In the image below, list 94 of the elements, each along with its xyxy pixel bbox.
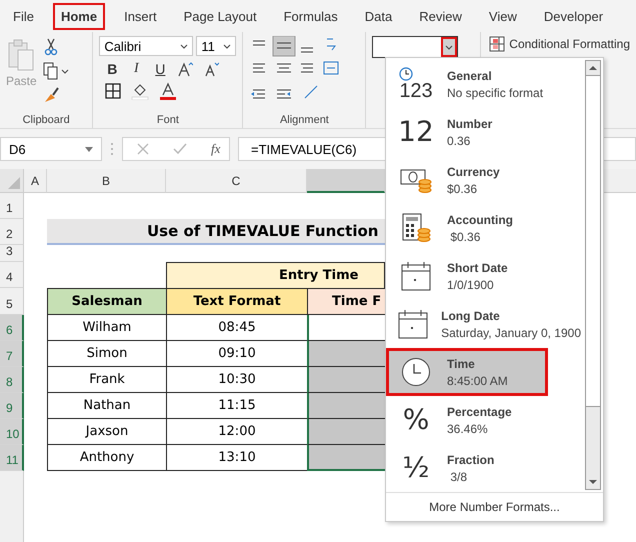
- format-option[interactable]: % Percentage 36.46%: [386, 396, 584, 444]
- group-label: Clipboard: [22, 114, 71, 126]
- table-header: Salesman: [47, 288, 166, 315]
- row-header[interactable]: 3: [0, 245, 24, 262]
- group-label: Font: [156, 114, 180, 126]
- bold-button[interactable]: B: [105, 61, 120, 77]
- calculator-coins-icon: [401, 213, 431, 243]
- format-option[interactable]: 123 General No specific format: [386, 60, 584, 108]
- banknote-coins-icon: [400, 167, 432, 193]
- number-format-field[interactable]: [372, 36, 458, 58]
- group-label: Alignment: [278, 114, 330, 126]
- row-header[interactable]: 1: [0, 193, 24, 219]
- check-icon[interactable]: [173, 143, 187, 155]
- font-size-field[interactable]: 11: [196, 36, 236, 56]
- row-header[interactable]: 6: [0, 315, 24, 341]
- font-name-field[interactable]: Calibri: [99, 36, 194, 56]
- column-header[interactable]: B: [47, 169, 166, 193]
- conditional-formatting-button[interactable]: Conditional Formatting: [489, 36, 630, 52]
- ribbon-tab[interactable]: Formulas: [276, 2, 346, 30]
- format-glyph: %: [402, 406, 430, 434]
- row-header-strip: [0, 471, 24, 542]
- paintbrush-icon[interactable]: [42, 86, 61, 104]
- copy-icon[interactable]: [42, 62, 69, 80]
- table-cell[interactable]: [307, 315, 385, 341]
- format-option[interactable]: Accounting $0.36: [386, 204, 584, 252]
- chevron-down-icon: [445, 44, 454, 50]
- format-glyph: 12: [398, 118, 434, 146]
- grip-icon: [110, 142, 114, 156]
- fill-color-icon[interactable]: [131, 82, 150, 100]
- table-cell[interactable]: [307, 367, 385, 393]
- table-cell: Jaxson: [47, 419, 166, 445]
- clock-icon: [401, 357, 431, 387]
- table-cell[interactable]: [307, 445, 385, 471]
- column-header[interactable]: [307, 169, 385, 193]
- table-cell: Anthony: [47, 445, 166, 471]
- column-header[interactable]: C: [166, 169, 307, 193]
- scissors-icon[interactable]: [42, 38, 59, 56]
- number-format-dropdown-button[interactable]: [441, 37, 458, 57]
- table-grid-icon: [489, 36, 506, 52]
- underline-button[interactable]: U: [153, 61, 168, 77]
- ribbon-tab[interactable]: Insert: [116, 2, 165, 30]
- table-header: Entry Time: [166, 262, 385, 288]
- borders-icon[interactable]: [105, 83, 122, 99]
- table-cell: Simon: [47, 341, 166, 367]
- table-header: Text Format: [166, 288, 307, 315]
- format-glyph: ½: [402, 454, 430, 482]
- row-header[interactable]: 2: [0, 219, 24, 245]
- row-header[interactable]: 5: [0, 288, 24, 315]
- format-option[interactable]: Time 8:45:00 AM: [386, 348, 548, 396]
- shrink-font-icon[interactable]: [203, 61, 220, 77]
- more-formats-link[interactable]: More Number Formats...: [429, 493, 560, 521]
- format-option[interactable]: Short Date 1/0/1900: [386, 252, 584, 300]
- italic-button[interactable]: I: [129, 61, 144, 77]
- format-option[interactable]: Long Date Saturday, January 0, 1900: [386, 300, 584, 348]
- ribbon-tab[interactable]: File: [5, 2, 42, 30]
- ribbon-tab[interactable]: Page Layout: [176, 2, 265, 30]
- ribbon-tab[interactable]: Data: [356, 2, 400, 30]
- table-cell[interactable]: [307, 419, 385, 445]
- table-cell[interactable]: [307, 393, 385, 419]
- row-header[interactable]: 4: [0, 262, 24, 288]
- scrollbar[interactable]: [585, 60, 601, 490]
- format-option[interactable]: ½ Fraction 3/8: [386, 444, 584, 492]
- calendar-icon: [398, 309, 428, 339]
- triangle-icon: [8, 177, 20, 189]
- row-header[interactable]: 8: [0, 367, 24, 393]
- insert-function-button[interactable]: fx: [211, 141, 220, 157]
- clock-icon: [399, 67, 414, 81]
- format-glyph: 123: [399, 81, 433, 101]
- table-cell: Frank: [47, 367, 166, 393]
- ribbon-tab[interactable]: Review: [411, 2, 470, 30]
- chevron-down-icon[interactable]: [180, 44, 188, 48]
- calendar-icon: [401, 261, 431, 291]
- table-cell: Nathan: [47, 393, 166, 419]
- ribbon-tab[interactable]: Home: [52, 2, 106, 30]
- name-box[interactable]: D6: [0, 137, 102, 161]
- title-cell: Use of TIMEVALUE Function: [47, 219, 385, 245]
- ribbon-tab[interactable]: Developer: [536, 2, 612, 30]
- format-option[interactable]: Currency $0.36: [386, 156, 584, 204]
- table-header: Time F: [307, 288, 385, 315]
- column-header[interactable]: A: [24, 169, 47, 193]
- clipboard-icon: [6, 38, 36, 72]
- dropdown-arrow-icon[interactable]: [85, 146, 93, 152]
- row-header[interactable]: 11: [0, 445, 24, 471]
- table-cell: Wilham: [47, 315, 166, 341]
- row-header[interactable]: 7: [0, 341, 24, 367]
- font-color-icon[interactable]: [159, 82, 178, 100]
- scroll-thumb[interactable]: [586, 75, 600, 407]
- row-header[interactable]: 10: [0, 419, 24, 445]
- table-cell[interactable]: [307, 341, 385, 367]
- grow-font-icon[interactable]: [177, 61, 194, 77]
- ribbon-tab[interactable]: View: [480, 2, 525, 30]
- chevron-down-icon[interactable]: [223, 44, 232, 48]
- format-option[interactable]: 12 Number 0.36: [386, 108, 584, 156]
- row-header[interactable]: 9: [0, 393, 24, 419]
